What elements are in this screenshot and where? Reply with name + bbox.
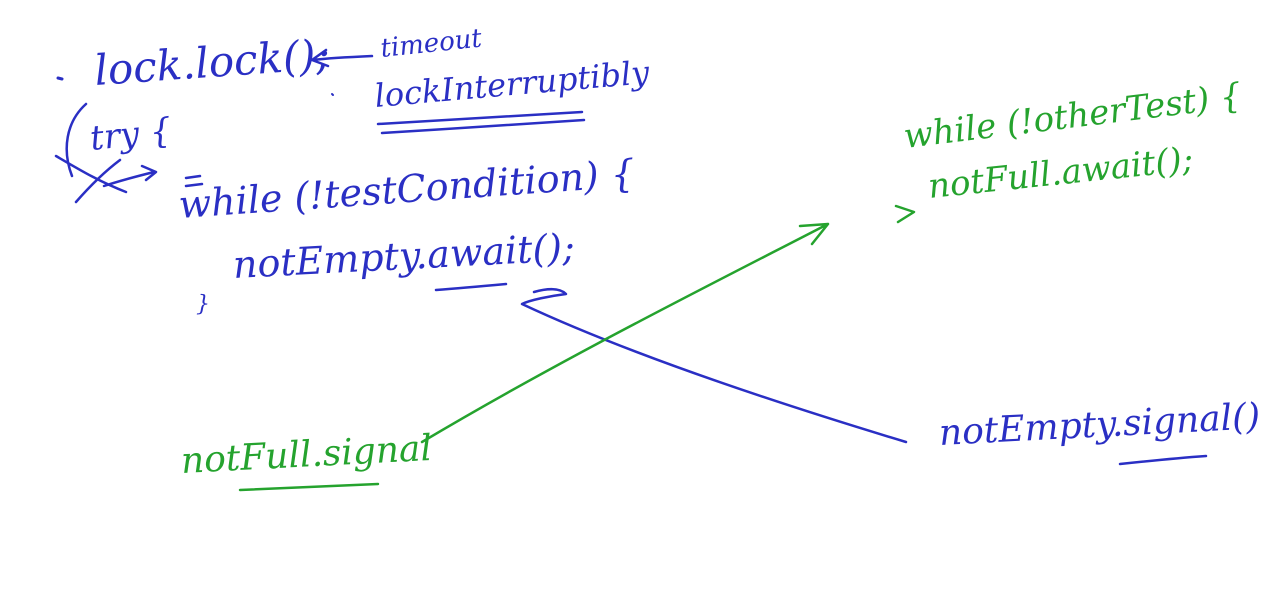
bullet-dot: [56, 76, 64, 81]
signal-to-await-arrow-icon: [520, 288, 908, 444]
small-dot: [331, 93, 334, 96]
closing-brace-text: }: [196, 292, 210, 317]
whiteboard-canvas: lock.lock(); timeout lockInterruptibly t…: [0, 0, 1268, 590]
lock-interruptibly-underline: [376, 110, 586, 135]
try-cross-out: [54, 154, 158, 204]
notfull-signal-underline: [238, 482, 380, 492]
green-bullet-arrow: [894, 204, 916, 224]
signal-underline: [1118, 454, 1208, 466]
try-text: try {: [88, 110, 174, 159]
await-underline: [434, 282, 508, 292]
